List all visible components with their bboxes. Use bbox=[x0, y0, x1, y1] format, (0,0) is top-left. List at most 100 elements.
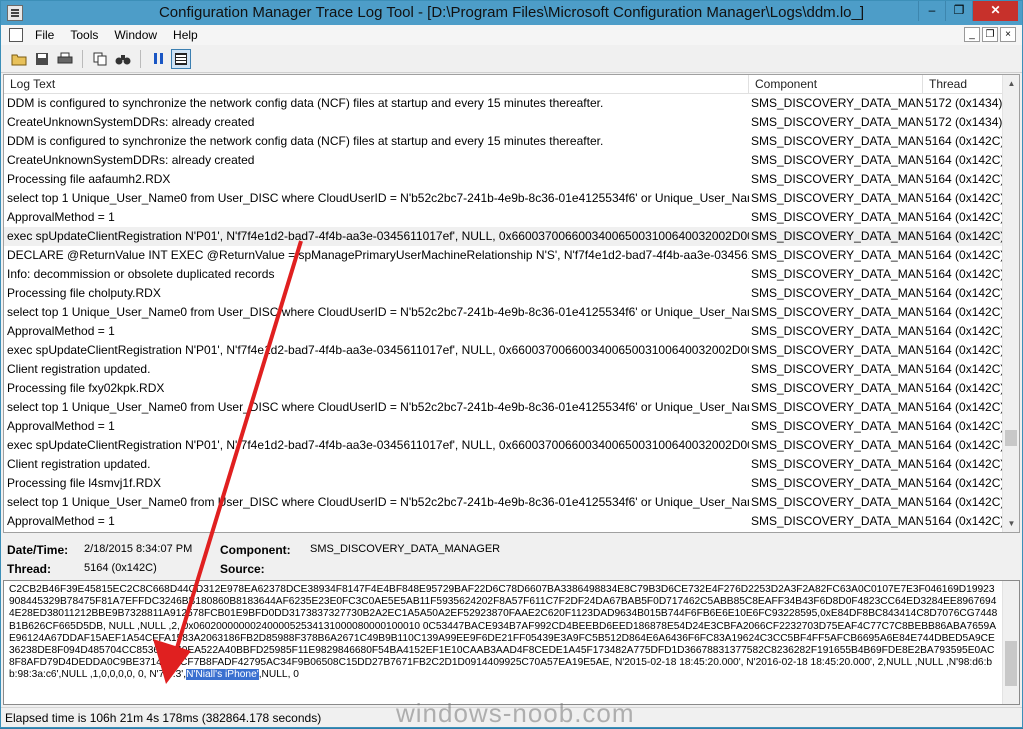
column-header-log-text[interactable]: Log Text bbox=[4, 75, 749, 94]
log-row-thread: 5164 (0x142C) bbox=[925, 400, 1004, 414]
log-row[interactable]: Processing file cholputy.RDX SMS_DISCOVER… bbox=[4, 284, 1004, 303]
log-row-thread: 5164 (0x142C) bbox=[925, 514, 1004, 528]
log-row-thread: 5164 (0x142C) bbox=[925, 210, 1004, 224]
log-row-text: Processing file fxy02kpk.RDX bbox=[7, 381, 165, 395]
log-row[interactable]: exec spUpdateClientRegistration N'P01', … bbox=[4, 227, 1004, 246]
child-restore-button[interactable]: ❐ bbox=[982, 27, 998, 42]
log-row[interactable]: Info: decommission or obsolete duplicate… bbox=[4, 265, 1004, 284]
log-row-thread: 5164 (0x142C) bbox=[925, 476, 1004, 490]
log-row-thread: 5164 (0x142C) bbox=[925, 153, 1004, 167]
app-window: Configuration Manager Trace Log Tool - [… bbox=[0, 0, 1023, 728]
menu-help[interactable]: Help bbox=[165, 25, 206, 45]
filter-button[interactable] bbox=[171, 48, 191, 69]
log-row-thread: 5164 (0x142C) bbox=[925, 457, 1004, 471]
minimize-button[interactable]: – bbox=[918, 1, 945, 21]
entry-details: Date/Time: 2/18/2015 8:34:07 PM Componen… bbox=[3, 538, 1020, 578]
log-row-component: SMS_DISCOVERY_DATA_MANA bbox=[751, 514, 923, 528]
log-row[interactable]: Client registration updated. SMS_DISCOVER… bbox=[4, 360, 1004, 379]
open-folder-icon bbox=[11, 54, 27, 65]
text-pane-scrollbar[interactable] bbox=[1002, 581, 1019, 704]
log-row-thread: 5164 (0x142C) bbox=[925, 267, 1004, 281]
log-row[interactable]: select top 1 Unique_User_Name0 from User… bbox=[4, 303, 1004, 322]
log-row-component: SMS_DISCOVERY_DATA_MANA bbox=[751, 419, 923, 433]
log-text-before: C2CB2B46F39E45815EC2C8C668D44CD312E978EA… bbox=[9, 584, 998, 681]
menu-window[interactable]: Window bbox=[106, 25, 165, 45]
log-row-component: SMS_DISCOVERY_DATA_MANA bbox=[751, 343, 923, 357]
watermark: windows-noob.com bbox=[396, 698, 635, 728]
window-title: Configuration Manager Trace Log Tool - [… bbox=[158, 4, 865, 21]
restore-button[interactable]: ❐ bbox=[945, 1, 972, 21]
log-row-text: select top 1 Unique_User_Name0 from User… bbox=[7, 191, 749, 205]
log-row[interactable]: ApprovalMethod = 1 SMS_DISCOVERY_DATA_MAN… bbox=[4, 512, 1004, 531]
log-table-scrollbar[interactable]: ▲ ▼ bbox=[1002, 75, 1019, 532]
scroll-down-icon[interactable]: ▼ bbox=[1003, 515, 1019, 532]
save-button[interactable] bbox=[32, 49, 52, 69]
log-text-content[interactable]: C2CB2B46F39E45815EC2C8C668D44CD312E978EA… bbox=[9, 584, 999, 682]
print-button[interactable] bbox=[55, 49, 75, 69]
find-button[interactable] bbox=[113, 49, 133, 69]
copy-icon bbox=[93, 52, 107, 65]
menu-bar: File Tools Window Help _ ❐ × bbox=[1, 25, 1022, 45]
log-row-text: Client registration updated. bbox=[7, 362, 151, 376]
column-header-thread[interactable]: Thread bbox=[923, 75, 1004, 94]
document-icon[interactable] bbox=[9, 28, 23, 42]
title-bar[interactable]: Configuration Manager Trace Log Tool - [… bbox=[1, 1, 1022, 25]
log-text-pane[interactable]: C2CB2B46F39E45815EC2C8C668D44CD312E978EA… bbox=[3, 580, 1020, 705]
menu-tools[interactable]: Tools bbox=[62, 25, 106, 45]
log-row-text: Processing file aafaumh2.RDX bbox=[7, 172, 171, 186]
log-row[interactable]: select top 1 Unique_User_Name0 from User… bbox=[4, 189, 1004, 208]
log-row[interactable]: CreateUnknownSystemDDRs: already created… bbox=[4, 151, 1004, 170]
log-row[interactable]: select top 1 Unique_User_Name0 from User… bbox=[4, 493, 1004, 512]
log-row-text: DECLARE @ReturnValue INT EXEC @ReturnVal… bbox=[7, 248, 749, 262]
log-row[interactable]: ApprovalMethod = 1 SMS_DISCOVERY_DATA_MAN… bbox=[4, 208, 1004, 227]
log-row-thread: 5164 (0x142C) bbox=[925, 191, 1004, 205]
log-row[interactable]: DECLARE @ReturnValue INT EXEC @ReturnVal… bbox=[4, 246, 1004, 265]
log-row-component: SMS_DISCOVERY_DATA_MANA bbox=[751, 248, 923, 262]
log-row[interactable]: exec spUpdateClientRegistration N'P01', … bbox=[4, 436, 1004, 455]
log-row-text: CreateUnknownSystemDDRs: already created bbox=[7, 153, 255, 167]
log-row-thread: 5164 (0x142C) bbox=[925, 286, 1004, 300]
close-button[interactable]: ✕ bbox=[972, 1, 1018, 21]
window-controls: – ❐ ✕ bbox=[918, 1, 1018, 21]
child-close-button[interactable]: × bbox=[1000, 27, 1016, 42]
log-row-component: SMS_DISCOVERY_DATA_MANA bbox=[751, 210, 923, 224]
log-row-component: SMS_DISCOVERY_DATA_MANA bbox=[751, 362, 923, 376]
log-row[interactable]: DDM is configured to synchronize the net… bbox=[4, 132, 1004, 151]
log-row[interactable]: Processing file fxy02kpk.RDX SMS_DISCOVER… bbox=[4, 379, 1004, 398]
log-row-component: SMS_DISCOVERY_DATA_MANA bbox=[751, 96, 923, 110]
log-table-header: Log Text Component Thread bbox=[4, 75, 1004, 94]
log-row-text: ApprovalMethod = 1 bbox=[7, 324, 115, 338]
log-row-component: SMS_DISCOVERY_DATA_MANA bbox=[751, 381, 923, 395]
log-row-thread: 5164 (0x142C) bbox=[925, 229, 1004, 243]
pause-button[interactable] bbox=[148, 49, 168, 69]
log-row-component: SMS_DISCOVERY_DATA_MANA bbox=[751, 495, 923, 509]
open-button[interactable] bbox=[9, 49, 29, 69]
datetime-label: Date/Time: bbox=[7, 543, 69, 557]
child-minimize-button[interactable]: _ bbox=[964, 27, 980, 42]
log-row-thread: 5164 (0x142C) bbox=[925, 362, 1004, 376]
log-row-component: SMS_DISCOVERY_DATA_MANA bbox=[751, 191, 923, 205]
log-row-thread: 5164 (0x142C) bbox=[925, 248, 1004, 262]
log-row-component: SMS_DISCOVERY_DATA_MANA bbox=[751, 172, 923, 186]
text-pane-scrollbar-thumb[interactable] bbox=[1005, 641, 1017, 686]
log-row-thread: 5164 (0x142C) bbox=[925, 381, 1004, 395]
log-row[interactable]: Processing file aafaumh2.RDX SMS_DISCOVER… bbox=[4, 170, 1004, 189]
column-header-component[interactable]: Component bbox=[749, 75, 923, 94]
log-row-text: select top 1 Unique_User_Name0 from User… bbox=[7, 305, 749, 319]
log-row[interactable]: Processing file l4smvj1f.RDX SMS_DISCOVER… bbox=[4, 474, 1004, 493]
log-row[interactable]: ApprovalMethod = 1 SMS_DISCOVERY_DATA_MAN… bbox=[4, 417, 1004, 436]
log-row[interactable]: ApprovalMethod = 1 SMS_DISCOVERY_DATA_MAN… bbox=[4, 322, 1004, 341]
log-row-text: Info: decommission or obsolete duplicate… bbox=[7, 267, 275, 281]
log-row[interactable]: CreateUnknownSystemDDRs: already created… bbox=[4, 113, 1004, 132]
scroll-up-icon[interactable]: ▲ bbox=[1003, 75, 1019, 92]
scrollbar-thumb[interactable] bbox=[1005, 430, 1017, 446]
copy-button[interactable] bbox=[90, 49, 110, 69]
log-row[interactable]: Client registration updated. SMS_DISCOVER… bbox=[4, 455, 1004, 474]
datetime-value: 2/18/2015 8:34:07 PM bbox=[84, 543, 193, 555]
log-text-selection: N'Niall's iPhone' bbox=[186, 669, 259, 681]
log-row-text: CreateUnknownSystemDDRs: already created bbox=[7, 115, 255, 129]
menu-file[interactable]: File bbox=[27, 25, 62, 45]
log-row[interactable]: DDM is configured to synchronize the net… bbox=[4, 94, 1004, 113]
log-row[interactable]: select top 1 Unique_User_Name0 from User… bbox=[4, 398, 1004, 417]
log-row[interactable]: exec spUpdateClientRegistration N'P01', … bbox=[4, 341, 1004, 360]
